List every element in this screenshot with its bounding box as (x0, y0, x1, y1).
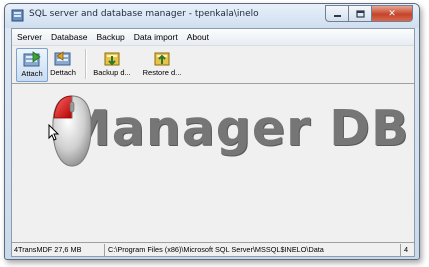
menu-server[interactable]: Server (13, 32, 46, 42)
close-icon: ✕ (388, 8, 396, 19)
logo-text: Manager DB (62, 100, 410, 157)
toolbar: Attach Dettach Backup d... Restore d... (12, 46, 414, 84)
restore-database-icon (154, 52, 170, 66)
status-extra: 4 (404, 244, 409, 254)
status-database: 4TransMDF 27,6 MB (12, 243, 105, 256)
dettach-button[interactable]: Dettach (48, 48, 78, 80)
restore-label: Restore d... (142, 68, 182, 77)
logo-area: Manager DB (12, 84, 414, 245)
dettach-label: Dettach (50, 68, 76, 77)
backup-database-icon (104, 52, 120, 66)
backup-button[interactable]: Backup d... (92, 48, 132, 80)
attach-label: Attach (21, 69, 43, 78)
maximize-button[interactable] (348, 5, 372, 22)
attach-database-icon (23, 51, 41, 67)
status-bar: 4TransMDF 27,6 MB C:\Program Files (x86)… (12, 242, 414, 256)
status-path: C:\Program Files (x86)\Microsoft SQL Ser… (105, 243, 401, 256)
menu-backup[interactable]: Backup (92, 32, 128, 42)
menu-database[interactable]: Database (47, 32, 91, 42)
menu-about[interactable]: About (183, 32, 213, 42)
menu-bar: Server Database Backup Data import About (12, 29, 414, 46)
minimize-icon (333, 15, 341, 17)
restore-button[interactable]: Restore d... (140, 48, 184, 80)
minimize-button[interactable] (325, 5, 349, 22)
app-database-icon (11, 9, 24, 22)
title-bar[interactable]: SQL server and database manager - tpenka… (5, 4, 419, 28)
client-area: Server Database Backup Data import About… (11, 28, 415, 257)
window-title: SQL server and database manager - tpenka… (29, 9, 259, 19)
menu-data-import[interactable]: Data import (130, 32, 182, 42)
app-window: SQL server and database manager - tpenka… (4, 3, 420, 260)
dettach-database-icon (54, 51, 71, 66)
mouse-pointer-icon (48, 124, 60, 141)
close-button[interactable]: ✕ (371, 5, 413, 22)
attach-button[interactable]: Attach (16, 48, 48, 82)
toolbar-separator (85, 49, 87, 79)
maximize-icon (355, 9, 365, 18)
window-controls: ✕ (325, 5, 413, 22)
backup-label: Backup d... (93, 68, 131, 77)
